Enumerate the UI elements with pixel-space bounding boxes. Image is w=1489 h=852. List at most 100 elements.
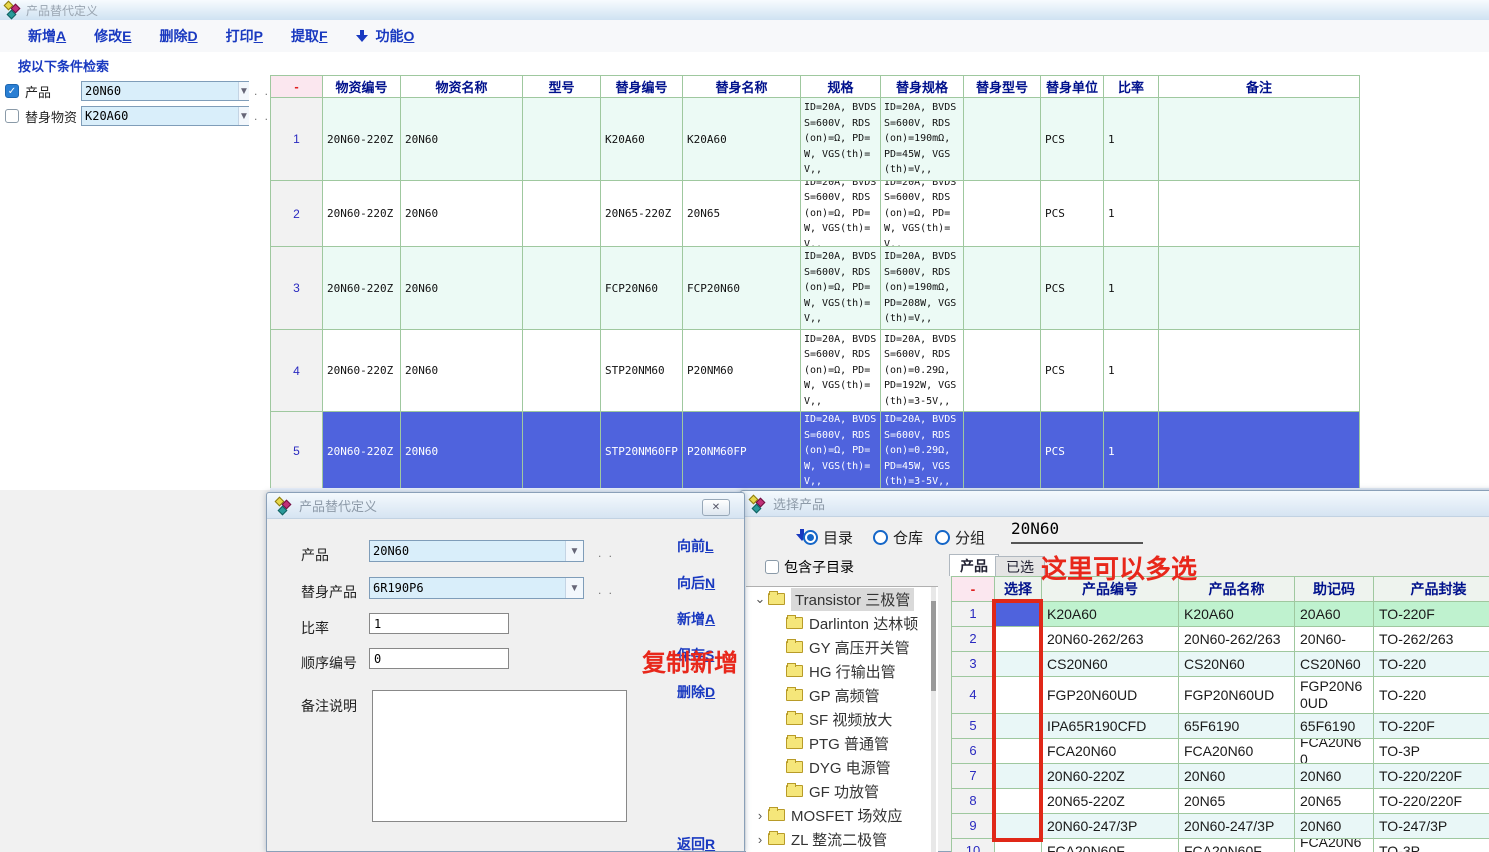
main-cell-sub_model[interactable] xyxy=(964,412,1041,491)
main-column-header[interactable]: 替身名称 xyxy=(683,76,801,98)
substitute-field-more-button[interactable]: . . xyxy=(598,583,614,597)
product-more-button[interactable]: . . xyxy=(254,84,270,98)
main-cell-model[interactable] xyxy=(523,412,601,491)
product-cell-name[interactable]: FGP20N60UD xyxy=(1179,677,1295,714)
main-column-header[interactable]: 物资名称 xyxy=(401,76,523,98)
product-cell-pkg[interactable]: TO-220/220F xyxy=(1374,789,1489,814)
main-column-header[interactable]: 替身型号 xyxy=(964,76,1041,98)
main-cell-model[interactable] xyxy=(523,330,601,412)
main-cell-sub_name[interactable]: P20NM60 xyxy=(683,330,801,412)
tree-item[interactable]: GF 功放管 xyxy=(746,779,938,803)
product-cell-mnemonic[interactable]: CS20N60 xyxy=(1295,652,1374,677)
main-column-header[interactable]: 替身规格 xyxy=(881,76,964,98)
main-cell-model[interactable] xyxy=(523,181,601,247)
product-cell-name[interactable]: CS20N60 xyxy=(1179,652,1295,677)
product-cell-code[interactable]: FCA20N60F xyxy=(1042,839,1179,852)
product-cell-code[interactable]: 20N60-247/3P xyxy=(1042,814,1179,839)
product-cell-name[interactable]: FCA20N60F xyxy=(1179,839,1295,852)
main-cell-note[interactable] xyxy=(1159,330,1360,412)
product-cell-mnemonic[interactable]: FCA20N60 xyxy=(1295,739,1374,764)
main-cell-sub_spec[interactable]: ID=20A, BVDSS=600V, RDS(on)=0.29Ω, PD=45… xyxy=(881,412,964,491)
main-column-header[interactable]: 比率 xyxy=(1104,76,1159,98)
row-number-cell[interactable]: 3 xyxy=(952,652,995,677)
select-product-titlebar[interactable]: 选择产品 xyxy=(741,491,1489,517)
substitute-checkbox[interactable] xyxy=(5,109,19,123)
product-cell-name[interactable]: 20N60-262/263 xyxy=(1179,627,1295,652)
main-cell-spec[interactable]: ID=20A, BVDSS=600V, RDS(on)=Ω, PD=W, VGS… xyxy=(801,412,881,491)
row-number-cell[interactable]: 5 xyxy=(271,412,323,491)
product-cell-mnemonic[interactable]: 20A60 xyxy=(1295,602,1374,627)
order-field-input[interactable] xyxy=(369,648,509,669)
toolbar-function-button[interactable]: 功能O xyxy=(376,26,415,46)
substitute-condition-combo[interactable]: ▼ xyxy=(81,106,249,126)
main-cell-sub_spec[interactable]: ID=20A, BVDSS=600V, RDS(on)=190mΩ, PD=20… xyxy=(881,247,964,330)
close-icon[interactable]: ✕ xyxy=(702,499,730,516)
main-cell-sub_code[interactable]: 20N65-220Z xyxy=(601,181,683,247)
main-cell-ratio[interactable]: 1 xyxy=(1104,98,1159,181)
substitute-field-input[interactable] xyxy=(370,578,565,598)
main-cell-note[interactable] xyxy=(1159,247,1360,330)
return-button[interactable]: 返回R xyxy=(677,834,715,852)
substitute-more-button[interactable]: . . xyxy=(254,109,270,123)
product-cell-pkg[interactable]: TO-220F xyxy=(1374,602,1489,627)
chevron-right-icon[interactable]: › xyxy=(752,832,768,847)
main-column-header[interactable]: 替身单位 xyxy=(1041,76,1104,98)
tree-item[interactable]: GY 高压开关管 xyxy=(746,635,938,659)
download-arrow-icon[interactable] xyxy=(356,30,368,42)
main-cell-note[interactable] xyxy=(1159,181,1360,247)
product-cell-mnemonic[interactable]: FCA20N60F xyxy=(1295,839,1374,852)
product-field-input[interactable] xyxy=(370,541,565,561)
main-cell-sub_code[interactable]: STP20NM60FP xyxy=(601,412,683,491)
product-cell-pkg[interactable]: TO-247/3P xyxy=(1374,814,1489,839)
next-button[interactable]: 向后N xyxy=(677,573,715,593)
select-column-header[interactable]: 产品封装 xyxy=(1374,577,1489,602)
select-column-header[interactable]: 助记码 xyxy=(1295,577,1374,602)
main-cell-name[interactable]: 20N60 xyxy=(401,247,523,330)
row-number-cell[interactable]: 1 xyxy=(952,602,995,627)
previous-button[interactable]: 向前L xyxy=(677,536,714,556)
tab-products[interactable]: 产品 xyxy=(949,554,999,576)
tree-item[interactable]: ⌄Transistor 三极管 xyxy=(746,587,938,611)
main-cell-spec[interactable]: ID=20A, BVDSS=600V, RDS(on)=Ω, PD=W, VGS… xyxy=(801,330,881,412)
main-cell-sub_name[interactable]: FCP20N60 xyxy=(683,247,801,330)
product-cell-name[interactable]: 20N60-247/3P xyxy=(1179,814,1295,839)
main-cell-sub_code[interactable]: STP20NM60 xyxy=(601,330,683,412)
main-column-header[interactable]: 规格 xyxy=(801,76,881,98)
product-cell-code[interactable]: K20A60 xyxy=(1042,602,1179,627)
include-subdir-option[interactable]: 包含子目录 xyxy=(765,557,854,577)
main-cell-code[interactable]: 20N60-220Z xyxy=(323,412,401,491)
main-cell-ratio[interactable]: 1 xyxy=(1104,181,1159,247)
main-cell-code[interactable]: 20N60-220Z xyxy=(323,181,401,247)
radio-warehouse[interactable]: 仓库 xyxy=(873,527,923,548)
product-cell-code[interactable]: 20N65-220Z xyxy=(1042,789,1179,814)
toolbar-print-button[interactable]: 打印P xyxy=(226,26,263,46)
row-number-cell[interactable]: 5 xyxy=(952,714,995,739)
chevron-down-icon[interactable]: ▼ xyxy=(565,578,583,598)
toolbar-edit-button[interactable]: 修改E xyxy=(94,26,131,46)
main-cell-spec[interactable]: ID=20A, BVDSS=600V, RDS(on)=Ω, PD=W, VGS… xyxy=(801,247,881,330)
ratio-field-input[interactable] xyxy=(369,613,509,634)
add-button[interactable]: 新增A xyxy=(677,609,715,629)
tab-selected[interactable]: 已选 xyxy=(995,556,1045,576)
main-column-header[interactable]: 替身编号 xyxy=(601,76,683,98)
select-column-header[interactable]: - xyxy=(952,577,995,602)
product-cell-code[interactable]: 20N60-220Z xyxy=(1042,764,1179,789)
tree-item[interactable]: PTG 普通管 xyxy=(746,731,938,755)
product-cell-name[interactable]: K20A60 xyxy=(1179,602,1295,627)
toolbar-add-button[interactable]: 新增A xyxy=(28,26,66,46)
chevron-down-icon[interactable]: ⌄ xyxy=(752,591,768,607)
main-cell-name[interactable]: 20N60 xyxy=(401,330,523,412)
product-cell-name[interactable]: 20N60 xyxy=(1179,764,1295,789)
main-cell-ratio[interactable]: 1 xyxy=(1104,412,1159,491)
radio-catalog[interactable]: 目录 xyxy=(803,527,853,548)
delete-button[interactable]: 删除D xyxy=(677,682,715,702)
main-cell-sub_spec[interactable]: ID=20A, BVDSS=600V, RDS(on)=0.29Ω, PD=19… xyxy=(881,330,964,412)
product-cell-mnemonic[interactable]: 20N60 xyxy=(1295,764,1374,789)
product-checkbox[interactable]: ✓ xyxy=(5,84,19,98)
main-cell-unit[interactable]: PCS xyxy=(1041,98,1104,181)
main-cell-sub_name[interactable]: 20N65 xyxy=(683,181,801,247)
tree-scrollbar[interactable] xyxy=(931,587,936,852)
chevron-right-icon[interactable]: › xyxy=(752,808,768,823)
main-cell-code[interactable]: 20N60-220Z xyxy=(323,98,401,181)
product-cell-pkg[interactable]: TO-220F xyxy=(1374,714,1489,739)
